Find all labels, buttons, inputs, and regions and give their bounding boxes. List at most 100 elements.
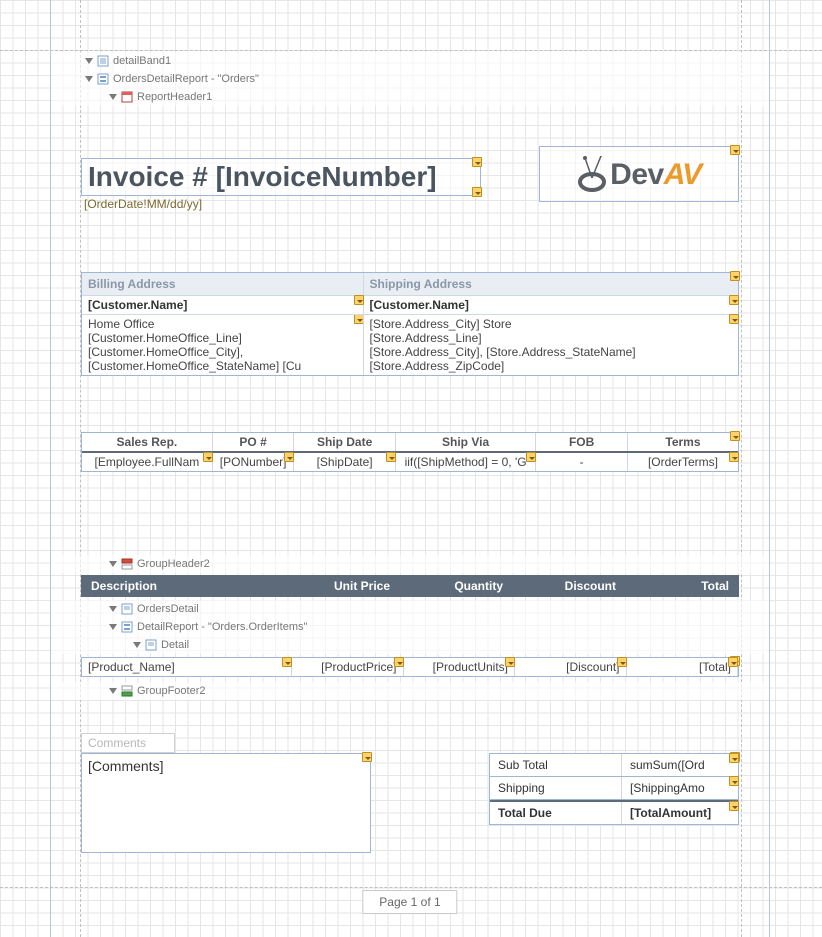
totaldue-label[interactable]: Total Due [490, 802, 621, 824]
band-header-ordersdetailreport[interactable]: OrdersDetailReport - "Orders" [51, 70, 769, 88]
smart-tag-icon[interactable] [729, 801, 739, 811]
line-item-row[interactable]: [Product_Name] [ProductPrice] [ProductUn… [81, 657, 739, 677]
expand-toggle-icon[interactable] [109, 561, 117, 567]
billing-lines-cell[interactable]: Home Office [Customer.HomeOffice_Line] [… [82, 315, 364, 375]
subtotal-value[interactable]: sumSum([Ord [621, 754, 738, 776]
shipping-label[interactable]: Shipping [490, 777, 621, 799]
band-header-reportheader1[interactable]: ReportHeader1 [51, 88, 769, 106]
smart-tag-icon[interactable] [617, 657, 627, 667]
td-terms[interactable]: [OrderTerms] [628, 453, 738, 471]
smart-tag-icon[interactable] [386, 452, 396, 462]
band-header-detailreport[interactable]: DetailReport - "Orders.OrderItems" [51, 618, 769, 636]
band-label: Detail [161, 639, 189, 651]
expand-toggle-icon[interactable] [133, 642, 141, 648]
logo-placeholder[interactable]: DevAV [539, 146, 739, 202]
shipping-line: [Store.Address_Line] [370, 331, 732, 345]
order-date-field[interactable]: [OrderDate!MM/dd/yy] [81, 196, 481, 212]
th-fob[interactable]: FOB [536, 433, 628, 451]
logo-av-text: AV [664, 158, 701, 191]
td-salesrep[interactable]: [Employee.FullNam [82, 453, 213, 471]
td-shipdate[interactable]: [ShipDate] [294, 453, 395, 471]
order-info-table[interactable]: Sales Rep. PO # Ship Date Ship Via FOB T… [81, 432, 739, 472]
shipping-lines-cell[interactable]: [Store.Address_City] Store [Store.Addres… [364, 315, 738, 375]
detail-report-icon [97, 73, 109, 85]
band-label: GroupHeader2 [137, 558, 210, 570]
col-total: Total [626, 575, 739, 597]
billing-line: [Customer.HomeOffice_Line] [88, 331, 357, 345]
smart-tag-icon[interactable] [505, 657, 515, 667]
col-discount: Discount [513, 575, 626, 597]
report-header-icon [121, 91, 133, 103]
td-fob[interactable]: - [536, 453, 628, 471]
band-header-detailband1[interactable]: detailBand1 [51, 52, 769, 70]
th-terms[interactable]: Terms [628, 433, 738, 451]
cell-desc[interactable]: [Product_Name] [82, 658, 292, 676]
smart-tag-icon[interactable] [526, 452, 536, 462]
smart-tag-icon[interactable] [729, 753, 739, 763]
smart-tag-icon[interactable] [729, 452, 739, 462]
cell-unitprice[interactable]: [ProductPrice] [292, 658, 404, 676]
subtotal-label[interactable]: Sub Total [490, 754, 621, 776]
billing-name-cell[interactable]: [Customer.Name] [82, 296, 364, 314]
smart-tag-icon[interactable] [730, 145, 740, 155]
smart-tag-icon[interactable] [472, 157, 482, 167]
page-info-field[interactable]: Page 1 of 1 [362, 890, 457, 914]
smart-tag-icon[interactable] [284, 452, 294, 462]
col-unitprice: Unit Price [287, 575, 400, 597]
report-paper[interactable]: detailBand1 OrdersDetailReport - "Orders… [50, 0, 770, 937]
line-items-header[interactable]: Description Unit Price Quantity Discount… [81, 575, 739, 597]
band-header-groupfooter2[interactable]: GroupFooter2 [51, 682, 769, 700]
expand-toggle-icon[interactable] [109, 606, 117, 612]
band-label: detailBand1 [113, 55, 171, 67]
smart-tag-icon[interactable] [729, 314, 739, 324]
group-header-icon [121, 558, 133, 570]
cell-qty[interactable]: [ProductUnits] [404, 658, 516, 676]
td-shipvia[interactable]: iif([ShipMethod] = 0, 'G [396, 453, 537, 471]
th-salesrep[interactable]: Sales Rep. [82, 433, 213, 451]
comments-field[interactable]: [Comments] [81, 753, 371, 853]
smart-tag-icon[interactable] [394, 657, 404, 667]
billing-header-cell[interactable]: Billing Address [82, 273, 364, 295]
th-shipdate[interactable]: Ship Date [294, 433, 395, 451]
th-shipvia[interactable]: Ship Via [396, 433, 537, 451]
comments-value: [Comments] [88, 758, 163, 774]
expand-toggle-icon[interactable] [109, 688, 117, 694]
expand-toggle-icon[interactable] [109, 94, 117, 100]
expand-toggle-icon[interactable] [109, 624, 117, 630]
smart-tag-icon[interactable] [354, 315, 364, 324]
expand-toggle-icon[interactable] [85, 58, 93, 64]
smart-tag-icon[interactable] [354, 295, 364, 305]
band-header-detail[interactable]: Detail [51, 636, 769, 654]
band-header-groupheader2[interactable]: GroupHeader2 [51, 555, 769, 573]
smart-tag-icon[interactable] [203, 452, 213, 462]
shipping-header-cell[interactable]: Shipping Address [364, 273, 738, 295]
th-po[interactable]: PO # [213, 433, 295, 451]
smart-tag-icon[interactable] [728, 657, 738, 667]
smart-tag-icon[interactable] [472, 187, 482, 197]
invoice-title-text: Invoice # [InvoiceNumber] [88, 161, 437, 192]
smart-tag-icon[interactable] [729, 776, 739, 786]
expand-toggle-icon[interactable] [85, 76, 93, 82]
smart-tag-icon[interactable] [730, 271, 740, 281]
shipping-line: [Store.Address_City], [Store.Address_Sta… [370, 345, 732, 359]
totaldue-value[interactable]: [TotalAmount] [621, 802, 738, 824]
detail-band-icon [121, 603, 133, 615]
cell-total[interactable]: [Total] [627, 658, 739, 676]
shipping-value[interactable]: [ShippingAmo [621, 777, 738, 799]
comments-label[interactable]: Comments [81, 733, 175, 753]
detail-band-icon [97, 55, 109, 67]
smart-tag-icon[interactable] [362, 752, 372, 762]
detail-band-icon [145, 639, 157, 651]
cell-discount[interactable]: [Discount] [515, 658, 627, 676]
smart-tag-icon[interactable] [729, 295, 739, 305]
td-po[interactable]: [PONumber] [213, 453, 295, 471]
invoice-title-field[interactable]: Invoice # [InvoiceNumber] [81, 158, 481, 196]
address-table[interactable]: Billing Address Shipping Address [Custom… [81, 272, 739, 376]
report-designer-canvas[interactable]: detailBand1 OrdersDetailReport - "Orders… [0, 0, 822, 937]
totals-table[interactable]: Sub Total sumSum([Ord Shipping [Shipping… [489, 753, 739, 825]
smart-tag-icon[interactable] [730, 431, 740, 441]
band-header-ordersdetail[interactable]: OrdersDetail [51, 600, 769, 618]
shipping-name-cell[interactable]: [Customer.Name] [364, 296, 738, 314]
smart-tag-icon[interactable] [282, 657, 292, 667]
detail-report-icon [121, 621, 133, 633]
